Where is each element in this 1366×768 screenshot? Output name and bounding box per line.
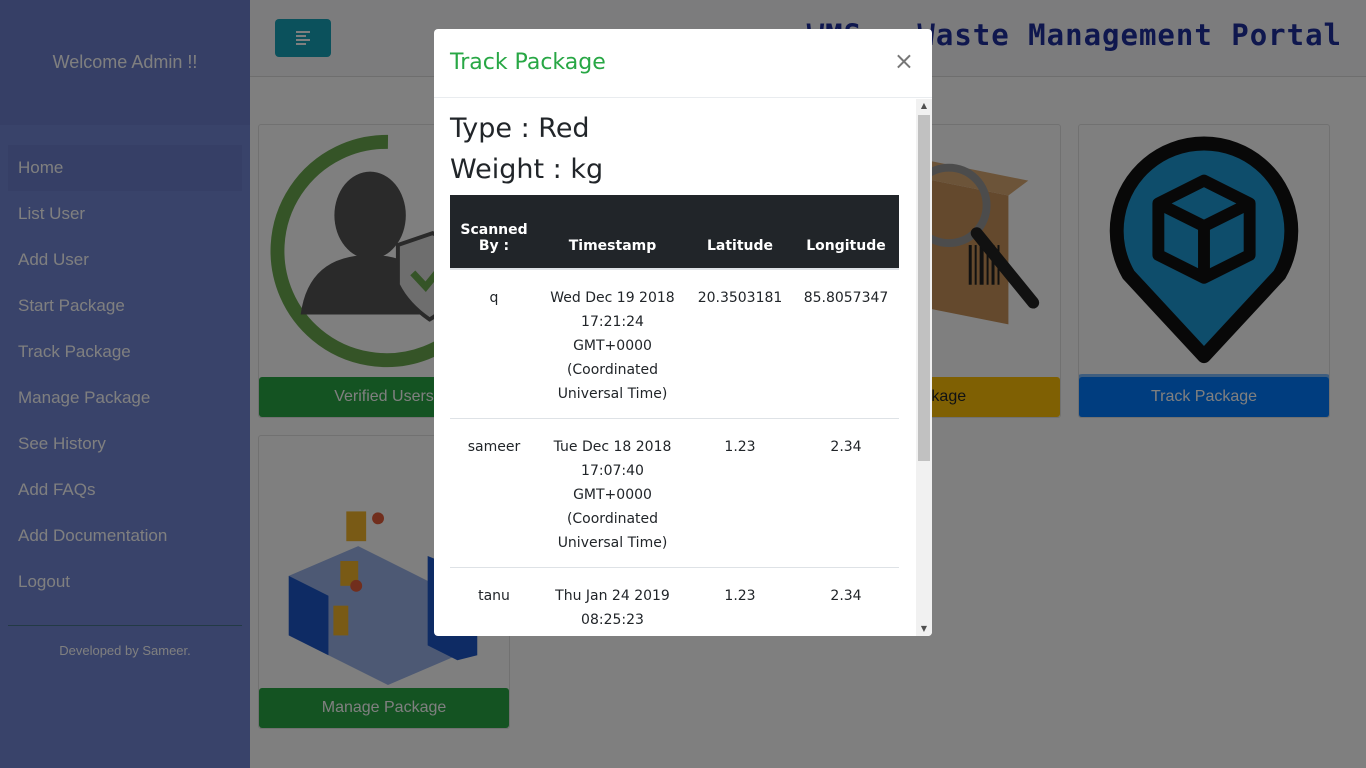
cell-timestamp: Wed Dec 19 2018 17:21:24 GMT+0000 (Coord… bbox=[538, 268, 687, 419]
cell-scanned-by: q bbox=[450, 268, 538, 419]
cell-scanned-by: sameer bbox=[450, 418, 538, 568]
close-icon[interactable]: × bbox=[894, 47, 914, 75]
tracking-table: Scanned By : Timestamp Latitude Longitud… bbox=[450, 195, 899, 636]
cell-latitude: 20.3503181 bbox=[687, 268, 793, 419]
track-package-modal: Track Package × Type : Red Weight : kg S… bbox=[434, 29, 932, 636]
package-type: Type : Red bbox=[450, 113, 590, 144]
cell-longitude: 2.34 bbox=[793, 418, 899, 568]
cell-longitude: 2.34 bbox=[793, 567, 899, 636]
cell-scanned-by: tanu bbox=[450, 567, 538, 636]
cell-timestamp: Tue Dec 18 2018 17:07:40 GMT+0000 (Coord… bbox=[538, 418, 687, 568]
scroll-thumb[interactable] bbox=[918, 115, 930, 461]
column-header-timestamp: Timestamp bbox=[538, 195, 687, 270]
cell-latitude: 1.23 bbox=[687, 418, 793, 568]
modal-title: Track Package bbox=[450, 50, 606, 75]
cell-longitude: 85.8057347 bbox=[793, 268, 899, 419]
modal-scrollbar[interactable]: ▲ ▼ bbox=[916, 99, 932, 636]
cell-latitude: 1.23 bbox=[687, 567, 793, 636]
column-header-latitude: Latitude bbox=[687, 195, 793, 270]
modal-header: Track Package × bbox=[434, 29, 932, 98]
table-row: sameer Tue Dec 18 2018 17:07:40 GMT+0000… bbox=[450, 418, 899, 568]
table-row: tanu Thu Jan 24 2019 08:25:23 GMT+0000 1… bbox=[450, 567, 899, 636]
package-weight: Weight : kg bbox=[450, 154, 604, 185]
scroll-down-icon[interactable]: ▼ bbox=[916, 622, 932, 636]
cell-timestamp: Thu Jan 24 2019 08:25:23 GMT+0000 bbox=[538, 567, 687, 636]
column-header-longitude: Longitude bbox=[793, 195, 899, 270]
column-header-scanned-by: Scanned By : bbox=[450, 195, 538, 270]
table-row: q Wed Dec 19 2018 17:21:24 GMT+0000 (Coo… bbox=[450, 268, 899, 419]
scroll-up-icon[interactable]: ▲ bbox=[916, 99, 932, 113]
modal-body: Type : Red Weight : kg Scanned By : Time… bbox=[434, 99, 916, 636]
